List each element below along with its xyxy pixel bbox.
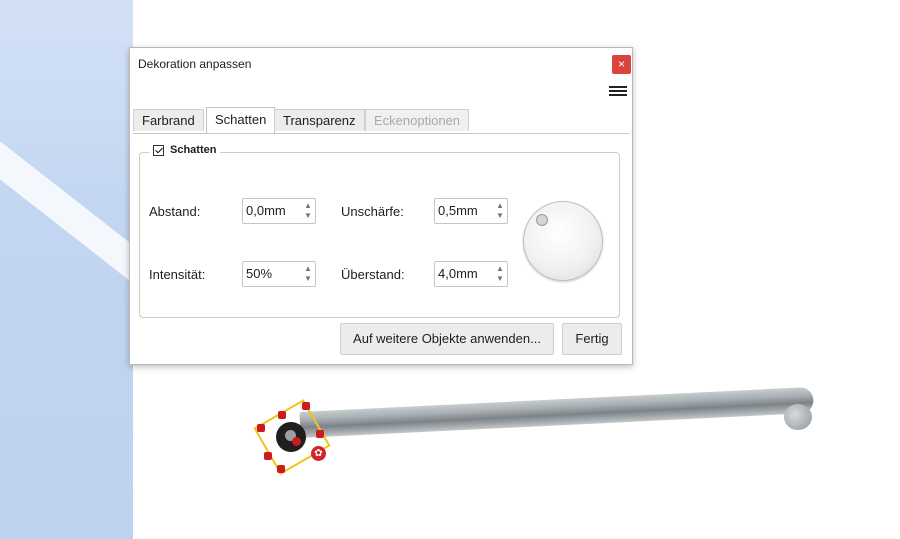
intensitaet-label: Intensität:	[149, 267, 206, 282]
resize-handle-top[interactable]	[278, 411, 286, 419]
stepper-arrows-icon[interactable]: ▲ ▼	[495, 264, 505, 284]
side-stripe	[0, 110, 133, 294]
shadow-checkbox[interactable]	[153, 144, 164, 156]
direction-dial[interactable]	[523, 201, 603, 281]
rotate-icon[interactable]: ✿	[311, 446, 326, 461]
shadow-legend: Schatten	[149, 144, 221, 156]
ueberstand-value[interactable]: 4,0mm	[438, 266, 478, 281]
intensitaet-value[interactable]: 50%	[246, 266, 272, 281]
intensitaet-stepper[interactable]: 50% ▲ ▼	[242, 261, 316, 287]
pin-tip	[784, 404, 812, 430]
decoration-dialog: Dekoration anpassen × Farbrand Schatten …	[129, 47, 633, 365]
tab-farbrand[interactable]: Farbrand	[133, 109, 204, 131]
side-panel	[0, 0, 133, 539]
dialog-title: Dekoration anpassen	[138, 57, 252, 71]
unschaerfe-value[interactable]: 0,5mm	[438, 203, 478, 218]
tab-eckenoptionen: Eckenoptionen	[365, 109, 470, 131]
unschaerfe-stepper[interactable]: 0,5mm ▲ ▼	[434, 198, 508, 224]
dial-knob[interactable]	[536, 214, 548, 226]
hamburger-icon[interactable]	[609, 86, 627, 98]
pin-shaft[interactable]	[299, 386, 815, 438]
abstand-value[interactable]: 0,0mm	[246, 203, 286, 218]
stepper-arrows-icon[interactable]: ▲ ▼	[495, 201, 505, 221]
center-handle[interactable]	[292, 437, 301, 446]
abstand-label: Abstand:	[149, 204, 201, 219]
tab-transparenz[interactable]: Transparenz	[274, 109, 365, 131]
ueberstand-stepper[interactable]: 4,0mm ▲ ▼	[434, 261, 508, 287]
resize-handle-right[interactable]	[316, 430, 324, 438]
unschaerfe-label: Unschärfe:	[341, 204, 404, 219]
apply-to-objects-button[interactable]: Auf weitere Objekte anwenden...	[340, 323, 554, 355]
shadow-group: Schatten Abstand: 0,0mm ▲ ▼ Unschärfe: 0,…	[139, 144, 620, 318]
resize-handle-bottom-left[interactable]	[264, 452, 272, 460]
resize-handle-top-right[interactable]	[302, 402, 310, 410]
resize-handle-bottom[interactable]	[277, 465, 285, 473]
shadow-legend-text: Schatten	[170, 144, 217, 156]
ueberstand-label: Überstand:	[341, 267, 405, 282]
stepper-arrows-icon[interactable]: ▲ ▼	[303, 201, 313, 221]
tab-schatten[interactable]: Schatten	[206, 107, 276, 133]
abstand-stepper[interactable]: 0,0mm ▲ ▼	[242, 198, 316, 224]
close-button[interactable]: ×	[612, 55, 631, 74]
stepper-arrows-icon[interactable]: ▲ ▼	[303, 264, 313, 284]
resize-handle-left[interactable]	[257, 424, 265, 432]
tab-content: Schatten Abstand: 0,0mm ▲ ▼ Unschärfe: 0,…	[133, 133, 629, 359]
done-button[interactable]: Fertig	[562, 323, 622, 355]
